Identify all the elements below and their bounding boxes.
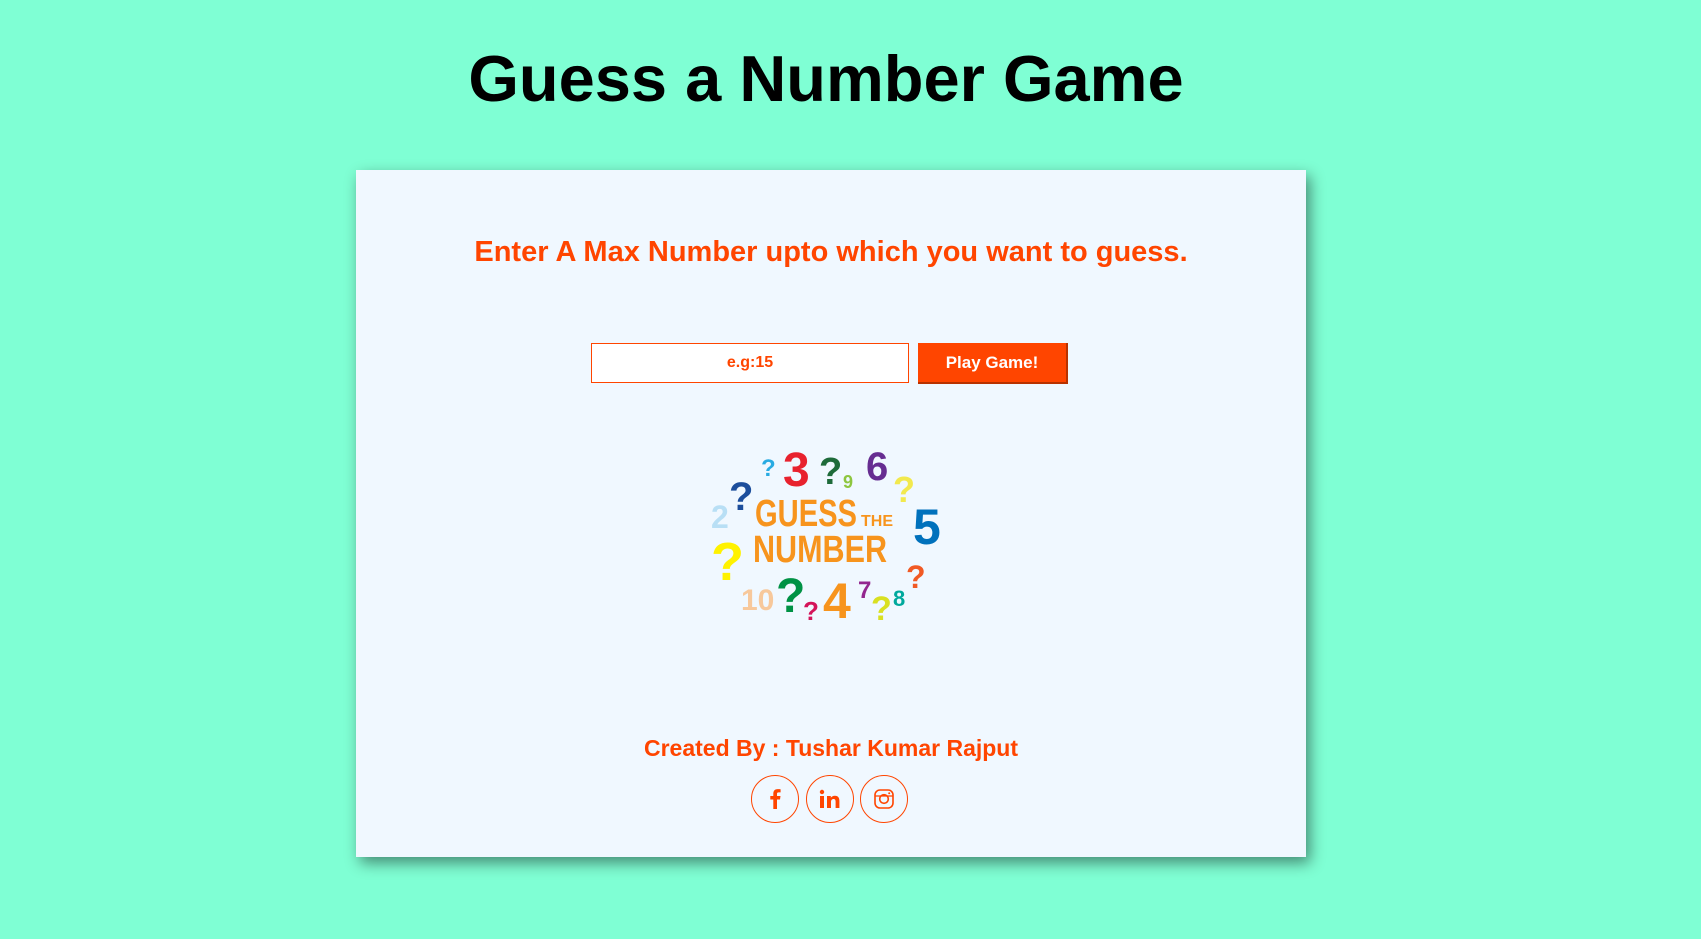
logo-glyph: 4 (823, 573, 851, 629)
game-card: Enter A Max Number upto which you want t… (356, 170, 1306, 857)
logo-glyph: ? (871, 590, 892, 628)
logo-glyph: 3 (783, 444, 810, 497)
logo-glyph: 9 (843, 472, 853, 492)
logo-glyph: 6 (866, 445, 888, 489)
logo-glyph: 2 (711, 499, 729, 535)
logo-glyph: ? (893, 469, 915, 510)
instagram-link[interactable] (860, 775, 908, 823)
logo-glyph: 10 (741, 584, 774, 617)
max-number-input[interactable] (591, 343, 909, 383)
logo-glyph: ? (711, 532, 744, 592)
logo-glyph: ? (761, 455, 776, 482)
facebook-icon (765, 788, 785, 810)
author-credit: Created By : Tushar Kumar Rajput (643, 735, 1019, 761)
logo-word-the: THE (861, 513, 893, 530)
guess-the-number-logo: ? 3 ? 9 6 ? ? 2 ? GUESS THE NUMBER 5 ? 1… (711, 444, 941, 629)
linkedin-icon (819, 789, 841, 809)
logo-glyph: ? (906, 559, 926, 595)
logo-glyph: ? (729, 475, 753, 519)
logo-glyph: ? (803, 596, 819, 626)
facebook-link[interactable] (751, 775, 799, 823)
logo-glyph: 8 (893, 586, 905, 611)
logo-glyph: ? (776, 570, 805, 623)
logo-word-number: NUMBER (753, 529, 887, 571)
max-number-prompt: Enter A Max Number upto which you want t… (474, 236, 1188, 268)
logo-glyph: 7 (858, 577, 871, 604)
logo-glyph: 5 (913, 499, 941, 555)
page-title: Guess a Number Game (468, 42, 1184, 115)
linkedin-link[interactable] (806, 775, 854, 823)
play-game-button[interactable]: Play Game! (918, 343, 1068, 384)
instagram-icon (873, 788, 895, 810)
logo-glyph: ? (819, 451, 842, 493)
